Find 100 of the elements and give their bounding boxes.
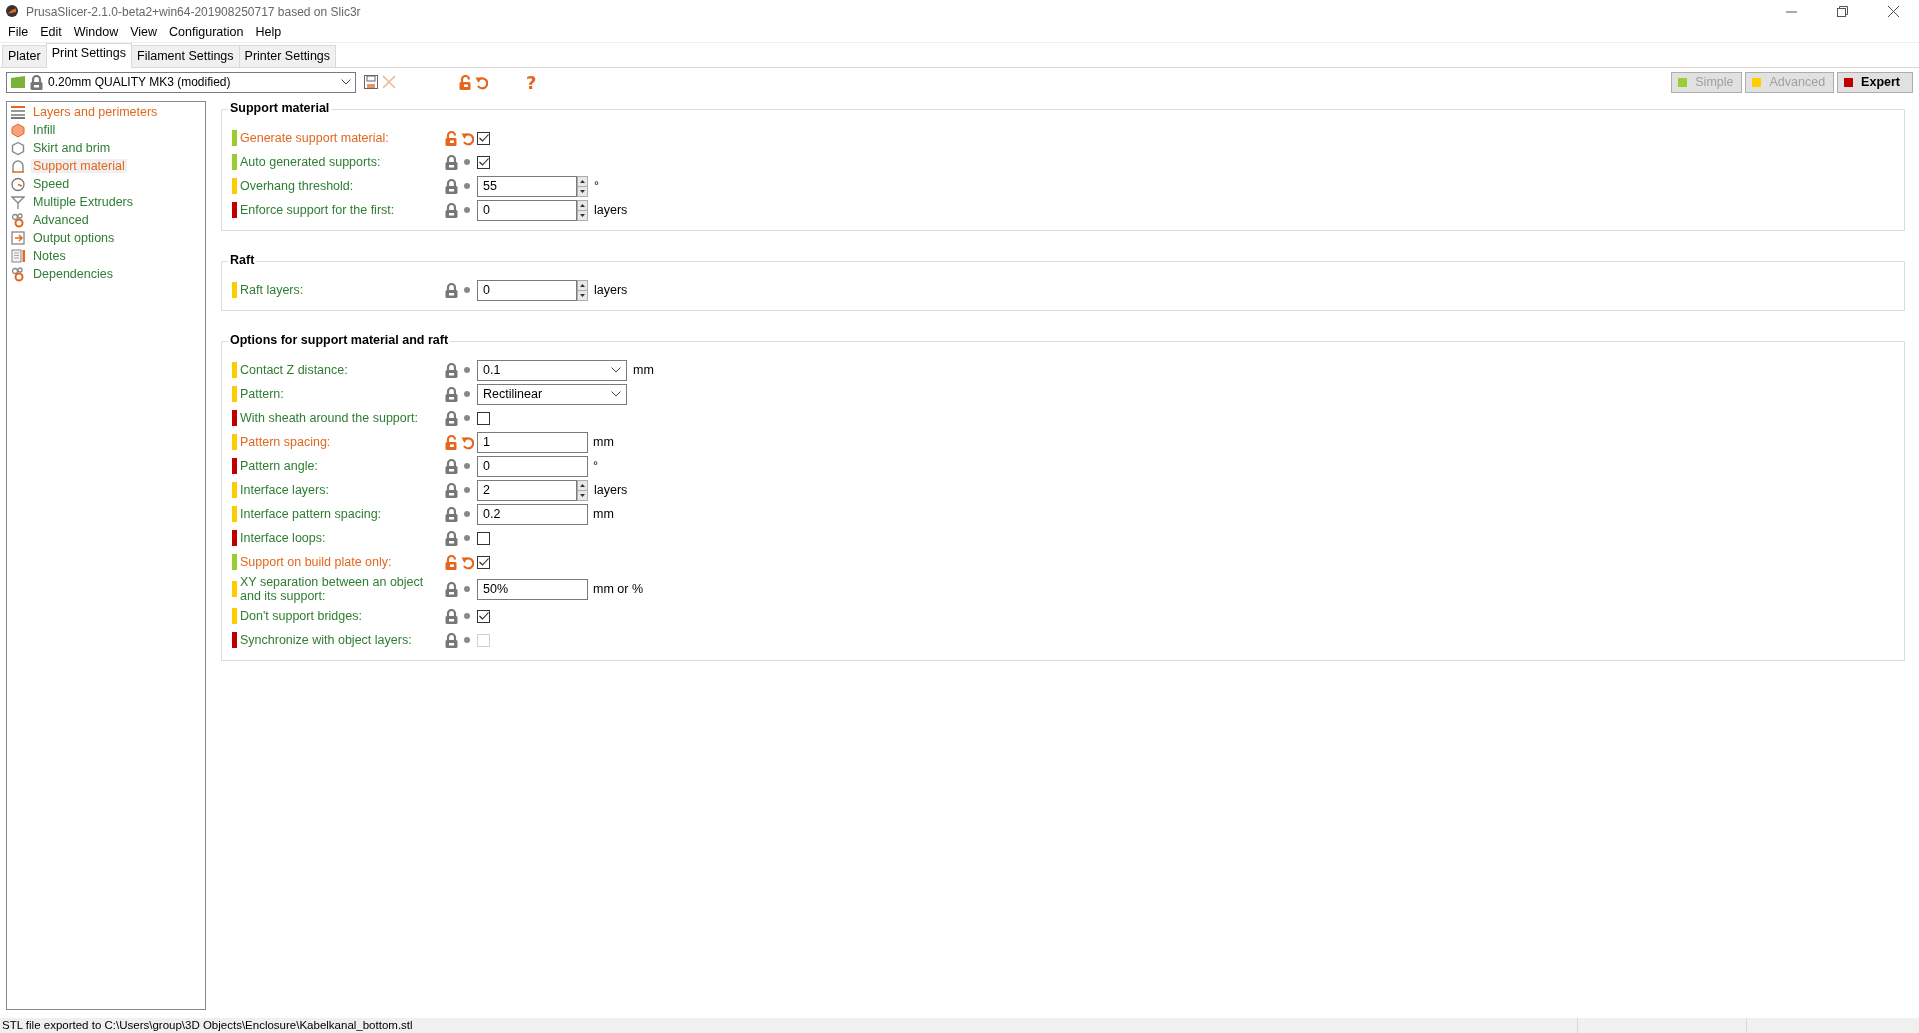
lock-icon xyxy=(445,482,458,498)
unit-label: layers xyxy=(594,483,628,497)
funnel-icon xyxy=(11,194,25,210)
sidebar-item[interactable]: Notes xyxy=(31,249,68,263)
lock-icon xyxy=(445,506,458,522)
option-label: Synchronize with object layers: xyxy=(240,633,413,647)
text-field[interactable]: 50% xyxy=(477,578,588,600)
checkbox[interactable] xyxy=(477,531,490,545)
option-label: Generate support material: xyxy=(240,131,390,145)
checkbox[interactable] xyxy=(477,411,490,425)
spin-buttons[interactable] xyxy=(577,199,588,221)
gears-icon xyxy=(11,212,25,228)
dot-icon xyxy=(464,391,470,397)
restore-icon[interactable] xyxy=(1837,5,1848,17)
unit-label: layers xyxy=(594,283,628,297)
lock-icon xyxy=(445,632,458,648)
option-label: Pattern angle: xyxy=(240,459,319,473)
dot-icon xyxy=(464,535,470,541)
dot-icon xyxy=(464,586,470,592)
caret-icon xyxy=(611,391,621,397)
undo-icon xyxy=(475,74,488,90)
sidebar-item[interactable]: Output options xyxy=(31,231,117,245)
menu-item[interactable]: Window xyxy=(67,25,125,39)
option-label: Overhang threshold: xyxy=(240,179,355,193)
close-icon[interactable] xyxy=(1888,5,1899,17)
spin-buttons[interactable] xyxy=(577,279,588,301)
option-label: Raft layers: xyxy=(240,283,305,297)
menu-item[interactable]: Configuration xyxy=(163,25,250,39)
notes-icon xyxy=(11,248,25,264)
caret-icon xyxy=(611,367,621,373)
sidebar-item[interactable]: Dependencies xyxy=(31,267,115,281)
spin-buttons[interactable] xyxy=(577,479,588,501)
dropdown[interactable]: 0.1 xyxy=(477,359,627,381)
lock-icon xyxy=(445,282,458,298)
dot-icon xyxy=(464,183,470,189)
sidebar-item[interactable]: Advanced xyxy=(31,213,91,227)
hexagon-icon xyxy=(11,122,25,138)
check-icon xyxy=(478,134,489,142)
lock-icon xyxy=(30,74,43,90)
option-label: Support on build plate only: xyxy=(240,555,393,569)
text-field[interactable]: 1 xyxy=(477,431,588,453)
undo-icon xyxy=(461,434,474,450)
option-label: XY separation between an object and its support: xyxy=(240,575,425,603)
dropdown[interactable]: Rectilinear xyxy=(477,383,627,405)
number-field[interactable]: 2 xyxy=(477,479,577,501)
tab[interactable]: Filament Settings xyxy=(131,45,240,67)
unit-label: mm or % xyxy=(593,582,643,596)
dot-icon xyxy=(464,487,470,493)
lock-icon xyxy=(445,154,458,170)
checkbox[interactable] xyxy=(477,155,490,169)
option-label: Auto generated supports: xyxy=(240,155,382,169)
checkbox[interactable] xyxy=(477,131,490,145)
group-title: Support material xyxy=(228,101,332,115)
unit-label: ° xyxy=(593,459,598,473)
lock-icon xyxy=(445,530,458,546)
dot-icon xyxy=(464,463,470,469)
lock-icon xyxy=(445,410,458,426)
option-label: Contact Z distance: xyxy=(240,363,349,377)
unit-label: mm xyxy=(593,435,614,449)
number-field[interactable]: 0 xyxy=(477,199,577,221)
flag-icon xyxy=(11,76,25,88)
lock-icon xyxy=(445,608,458,624)
check-icon xyxy=(478,158,489,166)
option-label: With sheath around the support: xyxy=(240,411,419,425)
sidebar-item[interactable]: Speed xyxy=(31,177,72,191)
unit-label: layers xyxy=(594,203,628,217)
tab[interactable]: Plater xyxy=(2,45,47,67)
sidebar-item[interactable]: Multiple Extruders xyxy=(31,195,136,209)
option-label: Interface pattern spacing: xyxy=(240,507,383,521)
menu-item[interactable]: Edit xyxy=(34,25,68,39)
sidebar-item[interactable]: Skirt and brim xyxy=(31,141,113,155)
menu-item[interactable]: File xyxy=(2,25,35,39)
preset-dropdown[interactable]: 0.20mm QUALITY MK3 (modified) xyxy=(6,71,356,93)
check-icon xyxy=(478,612,489,620)
unit-label: ° xyxy=(594,179,599,193)
text-field[interactable]: 0 xyxy=(477,455,588,477)
check-icon xyxy=(478,558,489,566)
status-text: STL file exported to C:\Users\group\3D Objects\Enclosure\Kabelkanal_bottom.stl xyxy=(1,1018,414,1033)
text-field[interactable]: 0.2 xyxy=(477,503,588,525)
sidebar-item[interactable]: Infill xyxy=(31,123,58,137)
caret-icon xyxy=(341,79,351,85)
tab[interactable]: Printer Settings xyxy=(238,45,337,67)
menu-item[interactable]: Help xyxy=(249,25,288,39)
layers-icon xyxy=(11,104,25,120)
lock-icon xyxy=(445,202,458,218)
menu-item[interactable]: View xyxy=(124,25,164,39)
checkbox[interactable] xyxy=(477,555,490,569)
option-label: Pattern spacing: xyxy=(240,435,332,449)
number-field[interactable]: 55 xyxy=(477,175,577,197)
spin-buttons[interactable] xyxy=(577,175,588,197)
dot-icon xyxy=(464,159,470,165)
hexagon-icon xyxy=(11,140,25,156)
mode-button[interactable]: Expert xyxy=(1837,71,1913,93)
window-title: PrusaSlicer-2.1.0-beta2+win64-201908250717 based on Slic3r xyxy=(26,3,362,19)
lock-icon xyxy=(445,362,458,378)
save-icon[interactable] xyxy=(364,75,378,89)
number-field[interactable]: 0 xyxy=(477,279,577,301)
checkbox[interactable] xyxy=(477,609,490,623)
tab[interactable]: Print Settings xyxy=(45,43,132,68)
dot-icon xyxy=(464,207,470,213)
